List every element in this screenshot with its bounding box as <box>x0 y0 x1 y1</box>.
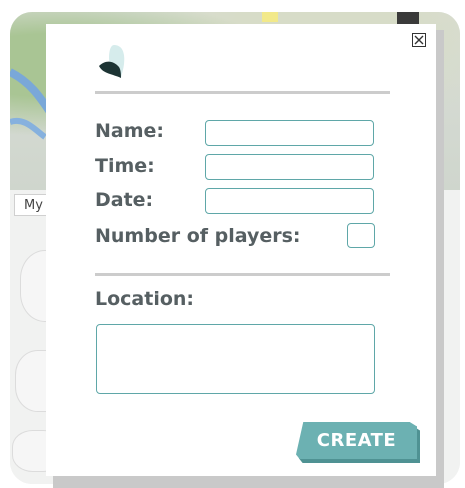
app-logo-icon <box>99 45 125 78</box>
date-label: Date: <box>95 189 154 211</box>
location-label: Location: <box>95 288 195 310</box>
time-input[interactable] <box>205 154 374 180</box>
divider <box>95 273 390 276</box>
time-label: Time: <box>95 155 155 177</box>
location-textarea[interactable] <box>96 324 375 394</box>
close-icon <box>414 35 424 45</box>
map-marker <box>262 12 278 22</box>
players-checkbox[interactable] <box>347 223 375 248</box>
players-label: Number of players: <box>95 225 301 247</box>
name-label: Name: <box>95 120 165 142</box>
divider <box>95 91 390 94</box>
date-input[interactable] <box>205 188 374 214</box>
name-input[interactable] <box>205 120 374 146</box>
create-game-dialog: Name: Time: Date: Number of players: Loc… <box>46 24 436 476</box>
create-button[interactable]: CREATE <box>296 422 417 459</box>
close-button[interactable] <box>412 33 426 47</box>
